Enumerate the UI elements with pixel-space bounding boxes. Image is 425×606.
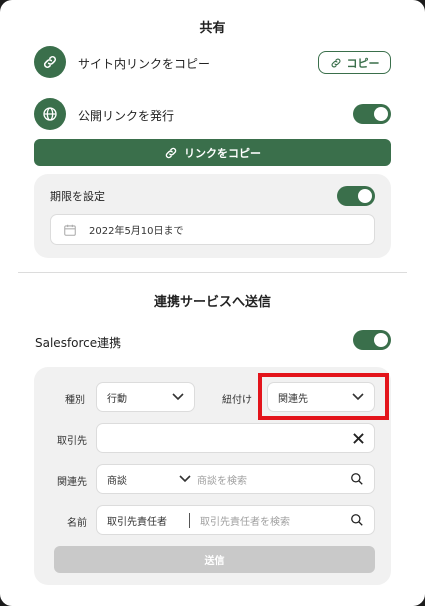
copy-button[interactable]: コピー (318, 51, 391, 74)
link-icon (331, 58, 340, 67)
name-field[interactable]: 取引先責任者 取引先責任者を検索 (96, 505, 375, 535)
toggle-knob (374, 333, 388, 347)
type-select-value: 行動 (107, 393, 127, 405)
copy-link-button[interactable]: リンクをコピー (34, 139, 391, 166)
search-icon[interactable] (350, 472, 364, 486)
public-link-toggle[interactable] (353, 104, 391, 124)
expiry-date-field[interactable]: 2022年5月10日まで (50, 214, 375, 245)
name-select-value[interactable]: 取引先責任者 (107, 513, 187, 528)
close-icon[interactable] (353, 432, 364, 444)
copy-link-button-label: リンクをコピー (184, 146, 261, 160)
search-icon[interactable] (350, 513, 364, 527)
calendar-icon (64, 224, 76, 236)
share-title: 共有 (199, 21, 226, 36)
link-label: 紐付け (222, 395, 252, 406)
submit-button[interactable]: 送信 (54, 546, 375, 573)
expiry-toggle[interactable] (337, 186, 375, 206)
public-link-label: 公開リンクを発行 (78, 109, 175, 123)
chevron-down-icon (352, 393, 364, 401)
expiry-label: 期限を設定 (50, 190, 105, 203)
globe-icon (34, 98, 66, 130)
copy-button-label: コピー (346, 56, 380, 70)
field-separator (189, 512, 190, 528)
chevron-down-icon (172, 393, 184, 401)
toggle-knob (358, 189, 372, 203)
related-field[interactable]: 商談 商談を検索 (96, 464, 375, 494)
submit-button-label: 送信 (204, 556, 225, 567)
expiry-date-value: 2022年5月10日まで (89, 226, 184, 237)
name-search-placeholder[interactable]: 取引先責任者を検索 (200, 513, 350, 528)
related-select-value[interactable]: 商談 (107, 472, 179, 487)
share-modal: 共有 サイト内リンクをコピー コピー 公開リンクを発行 リンクをコピー 期限を設… (0, 0, 425, 606)
toggle-knob (374, 107, 388, 121)
link-select-value: 関連先 (278, 393, 308, 405)
type-label: 種別 (65, 395, 85, 406)
integration-title: 連携サービスへ送信 (153, 295, 271, 310)
link-select[interactable]: 関連先 (267, 382, 375, 412)
chevron-down-icon[interactable] (179, 475, 191, 483)
name-label: 名前 (67, 518, 87, 529)
salesforce-label: Salesforce連携 (35, 336, 122, 350)
account-field[interactable] (96, 423, 375, 453)
related-label: 関連先 (57, 477, 87, 488)
salesforce-toggle[interactable] (353, 330, 391, 350)
copy-site-link-label: サイト内リンクをコピー (78, 57, 211, 71)
section-divider (18, 272, 407, 273)
type-select[interactable]: 行動 (96, 382, 195, 412)
account-label: 取引先 (57, 436, 87, 447)
link-icon (34, 46, 66, 78)
link-icon (165, 147, 177, 158)
related-search-placeholder[interactable]: 商談を検索 (197, 472, 350, 487)
